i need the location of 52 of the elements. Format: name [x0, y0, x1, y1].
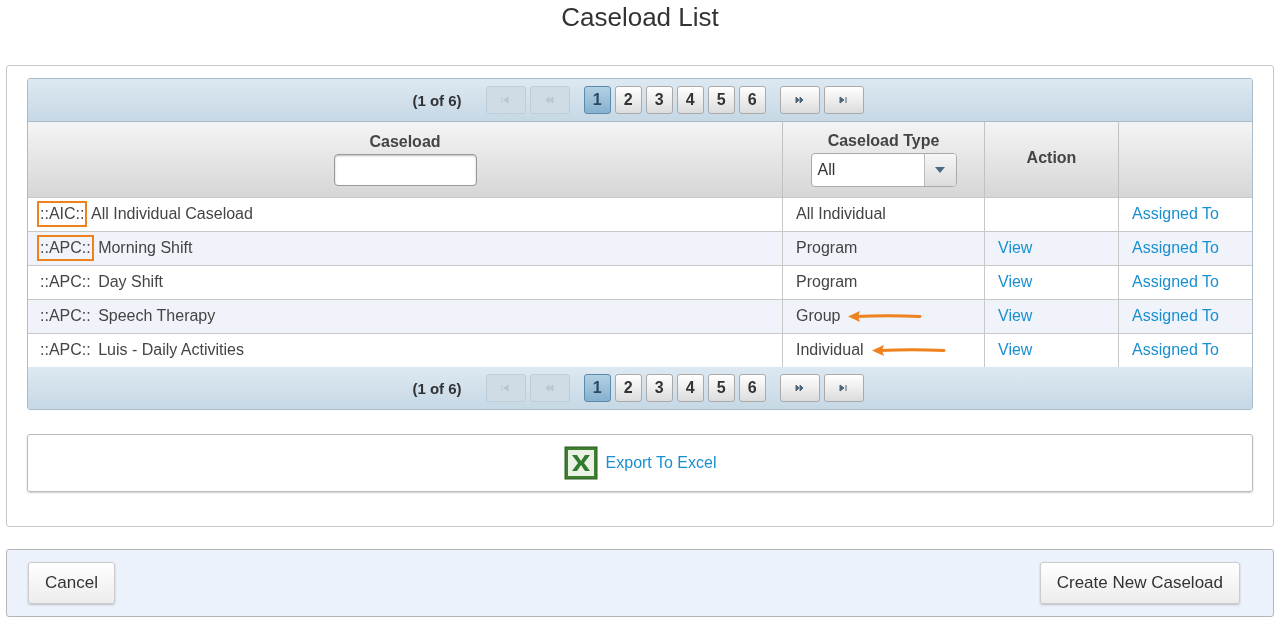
caseload-code: ::APC::: [39, 340, 92, 361]
page-number-button[interactable]: 1: [583, 86, 611, 114]
caret-icon: [935, 166, 945, 173]
page-number-button[interactable]: 5: [707, 86, 735, 114]
last-arrow-icon: [839, 96, 849, 104]
page-summary: (1 of 6): [412, 91, 462, 109]
caseload-type: Program: [796, 273, 858, 291]
caseload-name: Luis - Daily Activities: [97, 341, 244, 359]
view-link[interactable]: View: [998, 273, 1033, 290]
caseload-type: Program: [796, 239, 858, 257]
assigned-to-link[interactable]: Assigned To: [1132, 273, 1219, 290]
last-arrow-icon: [839, 384, 849, 392]
page-number-button[interactable]: 6: [738, 86, 766, 114]
caseload-name: All Individual Caseload: [90, 205, 253, 222]
page-number-button[interactable]: 2: [614, 374, 642, 402]
caseload-code: ::APC::: [37, 235, 94, 261]
caseload-name: Day Shift: [97, 273, 164, 290]
next-page-button[interactable]: [779, 374, 820, 402]
page-number-button[interactable]: 4: [676, 374, 704, 402]
caseload-code: ::AIC::: [37, 201, 88, 227]
page-number-button[interactable]: 2: [614, 86, 642, 114]
footer-button[interactable]: Create New Caseload: [1039, 562, 1240, 604]
caseload-type: Individual: [796, 341, 864, 360]
next-page-button[interactable]: [779, 86, 820, 114]
page-number-button[interactable]: 3: [645, 86, 673, 114]
type-dropdown[interactable]: All: [810, 152, 957, 187]
export-link[interactable]: Export To Excel: [605, 454, 717, 472]
column-title: Caseload: [368, 132, 442, 151]
next-arrow-icon: [795, 384, 805, 392]
page-number-button[interactable]: 5: [707, 374, 735, 402]
caseload-name: Morning Shift: [97, 239, 193, 256]
next-arrow-icon: [795, 96, 805, 104]
dropdown-value: All: [816, 159, 837, 180]
spreadsheet-icon: [563, 446, 598, 480]
page-number-button[interactable]: 4: [676, 86, 704, 114]
caseload-code: ::APC::: [39, 272, 92, 292]
page-title: Caseload List: [560, 2, 720, 34]
caseload-type: Group: [796, 307, 841, 325]
view-link[interactable]: View: [998, 341, 1033, 359]
page-summary: (1 of 6): [412, 379, 462, 397]
page-number-button[interactable]: 3: [645, 374, 673, 402]
assigned-to-link[interactable]: Assigned To: [1132, 341, 1219, 359]
caseload-code: ::APC::: [39, 306, 92, 326]
caseload-type: All Individual: [796, 205, 886, 223]
footer-button[interactable]: Cancel: [28, 562, 115, 604]
caseload-name: Speech Therapy: [97, 307, 216, 324]
assigned-to-link[interactable]: Assigned To: [1132, 205, 1219, 222]
filter-field[interactable]: [333, 153, 477, 186]
column-title: Caseload Type: [826, 131, 941, 150]
page-number-button[interactable]: 1: [583, 374, 611, 402]
column-title: Action: [1025, 148, 1078, 167]
page-number-button[interactable]: 6: [738, 374, 766, 402]
